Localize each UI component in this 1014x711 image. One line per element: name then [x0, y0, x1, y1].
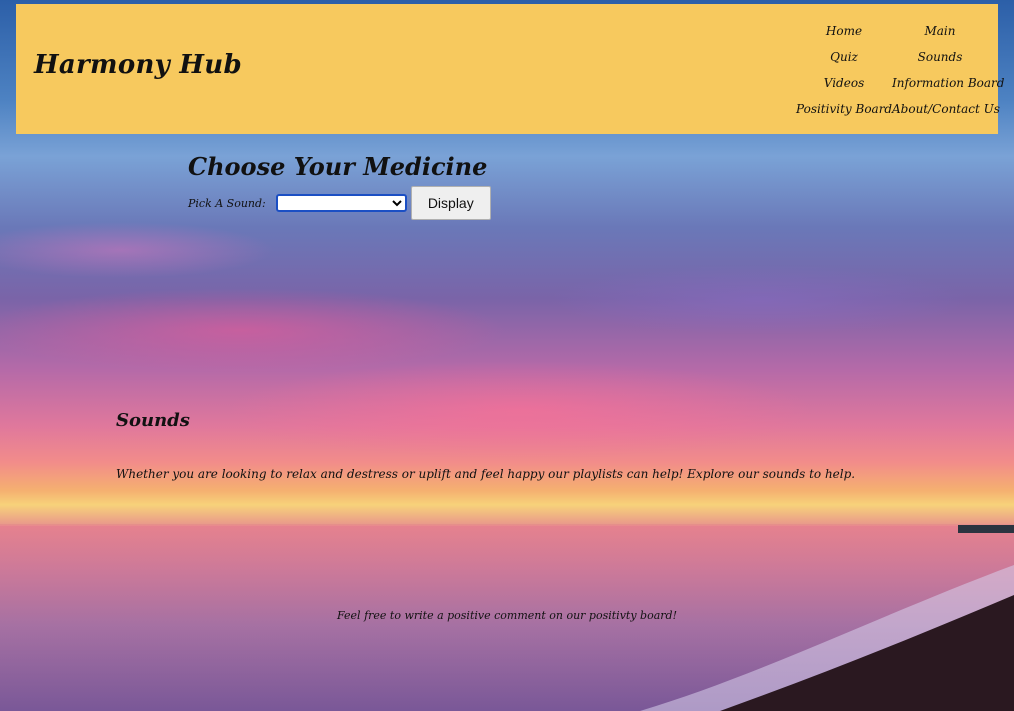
pick-sound-label: Pick A Sound: [188, 196, 266, 210]
nav-link-home[interactable]: Home [796, 18, 892, 44]
sound-select[interactable] [275, 194, 407, 212]
site-logo[interactable]: Harmony Hub [34, 50, 242, 80]
sound-picker: Pick A Sound: Display [188, 186, 491, 220]
nav-link-videos[interactable]: Videos [796, 70, 892, 96]
medicine-section: Choose Your Medicine [188, 152, 487, 181]
display-button[interactable]: Display [410, 186, 491, 220]
medicine-title: Choose Your Medicine [188, 152, 488, 181]
nav-link-information-board[interactable]: Information Board [892, 70, 1004, 96]
sounds-heading: Sounds [116, 410, 190, 431]
main-nav: Home Main Quiz Sounds Videos Information… [796, 18, 1004, 122]
nav-link-positivity-board[interactable]: Positivity Board [796, 96, 892, 122]
sounds-description: Whether you are looking to relax and des… [116, 467, 856, 481]
positivity-board-note: Feel free to write a positive comment on… [337, 609, 677, 622]
nav-link-quiz[interactable]: Quiz [796, 44, 892, 70]
nav-link-sounds[interactable]: Sounds [892, 44, 988, 70]
nav-link-main[interactable]: Main [892, 18, 988, 44]
nav-link-about-contact[interactable]: About/Contact Us [892, 96, 1000, 122]
site-header: Harmony Hub Home Main Quiz Sounds Videos… [16, 4, 1004, 134]
